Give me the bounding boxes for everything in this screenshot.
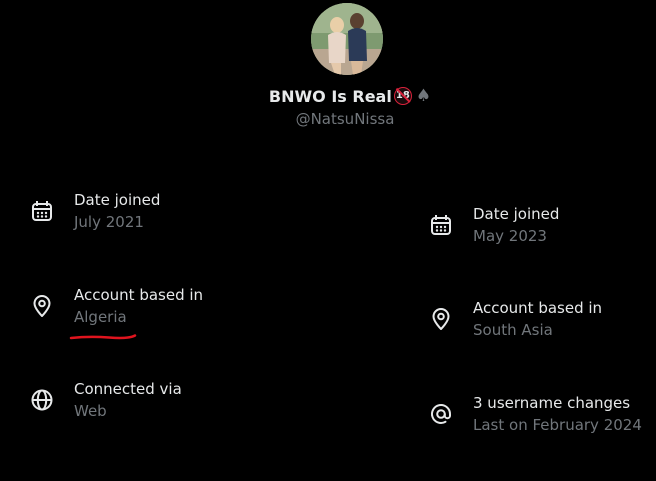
right-account-based-value: South Asia: [473, 321, 553, 339]
avatar-image: [311, 3, 383, 75]
globe-icon: [30, 388, 54, 412]
right-date-joined-value: May 2023: [473, 227, 547, 245]
left-date-joined-value: July 2021: [74, 213, 144, 231]
eighteen-plus-icon: 18: [393, 87, 412, 105]
left-account-based-value: Algeria: [74, 308, 127, 326]
right-username-changes-label: 3 username changes: [473, 394, 631, 412]
spade-icon: ♠: [415, 86, 432, 106]
right-username-changes-value: Last on February 2024: [473, 416, 642, 434]
calendar-icon: [429, 213, 453, 237]
calendar-icon: [30, 199, 54, 223]
left-account-based-item: Account based in Algeria: [30, 284, 203, 328]
right-account-based-label: Account based in: [473, 299, 603, 317]
left-connected-via-value: Web: [74, 402, 107, 420]
display-name: BNWO Is Real 18 ♠: [0, 86, 656, 106]
left-date-joined-label: Date joined: [74, 191, 161, 209]
eighteen-plus-badge-text: 18: [395, 90, 410, 101]
avatar[interactable]: [311, 3, 383, 75]
location-pin-icon: [30, 294, 54, 318]
left-date-joined-item: Date joined July 2021: [30, 189, 160, 233]
location-pin-icon: [429, 307, 453, 331]
red-underline-annotation: [69, 334, 137, 340]
left-connected-via-label: Connected via: [74, 380, 182, 398]
right-username-changes-item: 3 username changes Last on February 2024: [429, 392, 642, 436]
display-name-text: BNWO Is Real: [268, 86, 392, 106]
right-date-joined-item: Date joined May 2023: [429, 203, 559, 247]
at-sign-icon: [429, 402, 453, 426]
right-account-based-item: Account based in South Asia: [429, 297, 602, 341]
username-handle: @NatsuNissa: [295, 110, 395, 128]
left-connected-via-item: Connected via Web: [30, 378, 182, 422]
right-date-joined-label: Date joined: [473, 205, 560, 223]
left-account-based-label: Account based in: [74, 286, 204, 304]
